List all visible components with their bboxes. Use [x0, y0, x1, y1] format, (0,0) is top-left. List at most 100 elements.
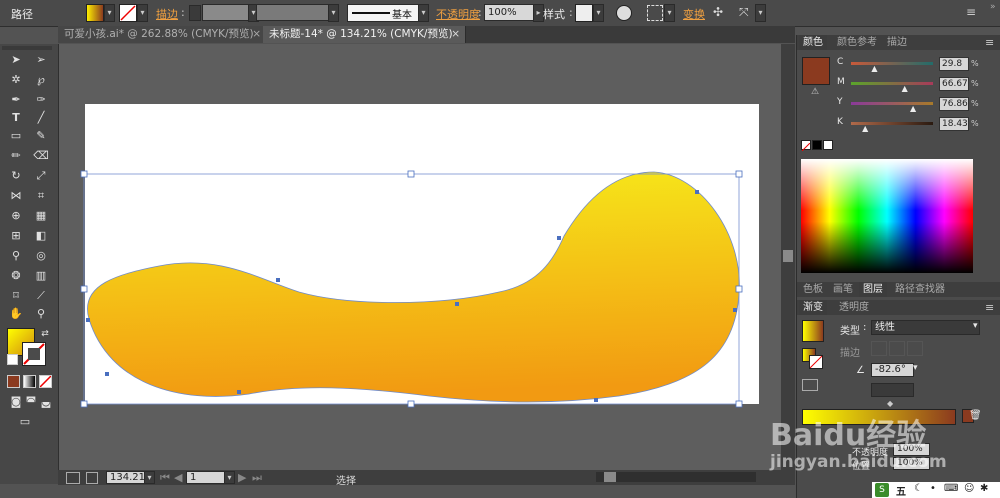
channel-slider[interactable]	[851, 82, 933, 85]
vertical-scrollbar[interactable]	[781, 44, 795, 470]
channel-value-field[interactable]: 18.43	[939, 117, 969, 131]
brush-dropdown[interactable]: ▾	[418, 4, 429, 22]
handle[interactable]	[80, 285, 88, 293]
type-tool-icon[interactable]: T	[7, 110, 25, 126]
lasso-icon[interactable]: ℘	[32, 72, 50, 88]
chevron-down-icon[interactable]: ▾	[973, 321, 978, 331]
anchor-point[interactable]	[695, 190, 699, 194]
zoom-dropdown[interactable]: ▾	[144, 471, 155, 484]
screen-mode-icon[interactable]: ▭	[16, 414, 34, 430]
blend-tool-icon[interactable]: ◎	[32, 248, 50, 264]
aspect-ratio-field[interactable]	[871, 383, 914, 397]
rotate-tool-icon[interactable]: ↻	[7, 168, 25, 184]
artboard-nav-icon[interactable]	[66, 472, 80, 484]
anchor-point[interactable]	[557, 236, 561, 240]
share-icon[interactable]	[86, 472, 98, 484]
stroke-color-box[interactable]	[22, 342, 46, 366]
panel-menu-icon[interactable]: ≡	[985, 301, 994, 314]
tab-color[interactable]: 颜色	[799, 35, 827, 50]
panel-menu-icon[interactable]: ≡	[985, 36, 994, 49]
scale-tool-icon[interactable]: ⤢	[32, 168, 50, 184]
last-artboard-icon[interactable]: ⏭	[252, 471, 262, 485]
tab-document-2[interactable]: 未标题-14* @ 134.21% (CMYK/预览) ×	[263, 26, 466, 43]
rectangle-tool-icon[interactable]: ▭	[7, 128, 25, 144]
pen-tool-icon[interactable]: ✒	[7, 92, 25, 108]
anchor-point[interactable]	[594, 398, 598, 402]
anchor-point[interactable]	[455, 302, 459, 306]
horizontal-scrollbar[interactable]	[596, 472, 756, 482]
opacity-field[interactable]: 100%	[484, 4, 535, 21]
none-mode-icon[interactable]	[39, 375, 52, 388]
scroll-thumb[interactable]	[783, 250, 793, 262]
isolate-group-icon[interactable]: ✣	[713, 5, 723, 19]
tab-layers[interactable]: 图层	[859, 282, 887, 297]
tab-document-1[interactable]: 可爱小孩.ai* @ 262.88% (CMYK/预览) ×	[58, 26, 267, 43]
out-of-gamut-icon[interactable]: ⚠	[811, 87, 819, 97]
prev-artboard-icon[interactable]: ◀	[174, 471, 182, 484]
magic-wand-icon[interactable]: ✲	[7, 72, 25, 88]
gradient-preview[interactable]	[802, 320, 824, 342]
direct-selection-tool-icon[interactable]: ➢	[32, 52, 50, 68]
mesh-tool-icon[interactable]: ⊞	[7, 228, 25, 244]
stroke-dropdown[interactable]: ▾	[137, 4, 148, 22]
slice-tool-icon[interactable]: ⟋	[32, 288, 50, 304]
color-fill-preview[interactable]	[802, 57, 830, 85]
tab-color-guide[interactable]: 颜色参考	[833, 35, 881, 50]
anchor-point[interactable]	[86, 318, 90, 322]
midpoint-diamond[interactable]: ◆	[887, 399, 893, 408]
channel-value-field[interactable]: 66.67	[939, 77, 969, 91]
swap-fill-stroke-icon[interactable]: ⇄	[36, 326, 54, 342]
slider-thumb[interactable]: ▲	[902, 84, 908, 93]
hand-tool-icon[interactable]: ✋	[7, 306, 25, 322]
column-graph-icon[interactable]: ▥	[32, 268, 50, 284]
handle[interactable]	[80, 170, 88, 178]
channel-value-field[interactable]: 29.8	[939, 57, 969, 71]
fill-swatch[interactable]	[86, 4, 104, 22]
close-tab-icon[interactable]: ×	[451, 26, 460, 42]
align-dropdown[interactable]: ▾	[664, 4, 675, 22]
line-segment-icon[interactable]: ╱	[32, 110, 50, 126]
ime-mode[interactable]: 五	[896, 483, 906, 498]
collapse-icon[interactable]: »	[990, 2, 996, 12]
reverse-gradient-icon[interactable]	[802, 379, 818, 391]
tab-transparency[interactable]: 透明度	[835, 300, 873, 315]
transform-options-icon[interactable]: ⤧	[739, 5, 749, 20]
ime-logo-icon[interactable]: S	[875, 483, 889, 497]
channel-slider[interactable]	[851, 102, 933, 105]
selection-tool-icon[interactable]: ➤	[7, 52, 25, 68]
slider-thumb[interactable]: ▲	[871, 64, 877, 73]
opacity-label[interactable]: 不透明度	[436, 6, 480, 22]
eyedropper-icon[interactable]: ⚲	[7, 248, 25, 264]
tab-pathfinder[interactable]: 路径查找器	[891, 282, 949, 297]
close-tab-icon[interactable]: ×	[252, 26, 261, 42]
channel-value-field[interactable]: 76.86	[939, 97, 969, 111]
channel-slider[interactable]	[851, 62, 933, 65]
handle[interactable]	[735, 285, 743, 293]
tab-brushes[interactable]: 画笔	[829, 282, 857, 297]
style-dropdown[interactable]: ▾	[593, 4, 604, 22]
chevron-down-icon[interactable]: ▾	[913, 363, 918, 373]
gradient-type-select[interactable]: 线性	[871, 320, 980, 335]
curvature-tool-icon[interactable]: ✑	[32, 92, 50, 108]
anchor-point[interactable]	[276, 278, 280, 282]
tab-swatches[interactable]: 色板	[799, 282, 827, 297]
default-colors-icon[interactable]	[7, 354, 18, 365]
handle[interactable]	[735, 400, 743, 408]
stroke-weight-field[interactable]	[202, 4, 251, 21]
profile-dropdown[interactable]: ▾	[328, 4, 339, 22]
variable-width-profile[interactable]	[256, 4, 329, 21]
draw-inside-icon[interactable]: ◛	[37, 394, 55, 410]
zoom-tool-icon[interactable]: ⚲	[32, 306, 50, 322]
anchor-point[interactable]	[105, 372, 109, 376]
paintbrush-icon[interactable]: ✎	[32, 128, 50, 144]
panel-menu-icon[interactable]: ≡	[966, 5, 976, 19]
zoom-field[interactable]: 134.21	[106, 471, 147, 484]
none-color-icon[interactable]	[801, 140, 811, 152]
stroke-gradient-across-icon[interactable]	[907, 341, 923, 356]
eraser-icon[interactable]: ⌫	[32, 148, 50, 164]
delete-stop-icon[interactable]: 🗑	[969, 410, 982, 421]
angle-field[interactable]: -82.6°	[871, 363, 914, 377]
color-spectrum[interactable]	[801, 159, 973, 273]
handle[interactable]	[407, 170, 415, 178]
stroke-gradient-icon[interactable]	[809, 355, 823, 369]
